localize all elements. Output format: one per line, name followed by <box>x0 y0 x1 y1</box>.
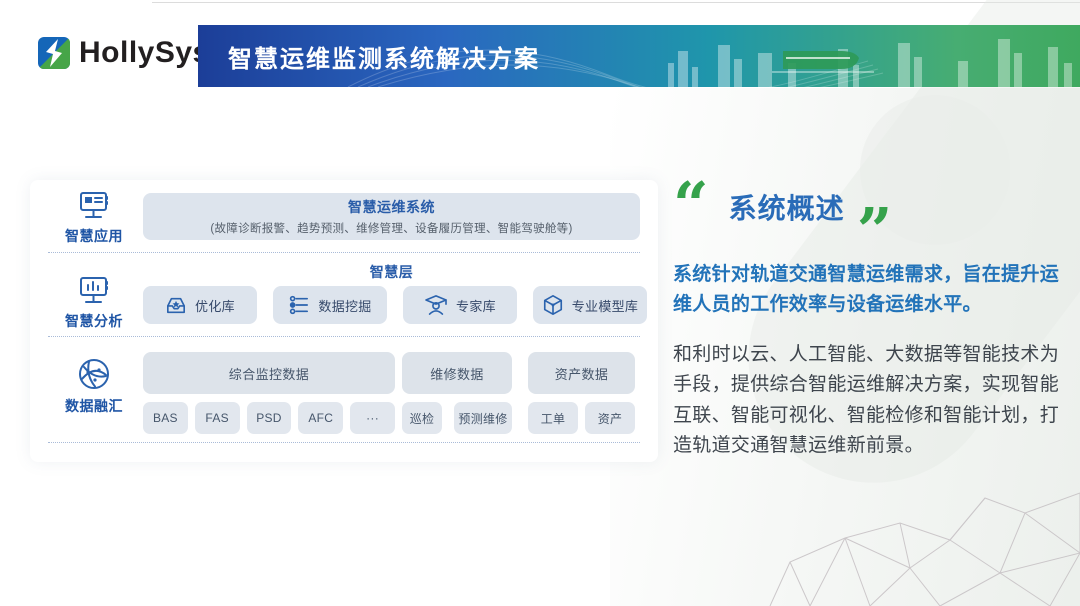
group-title: 资产数据 <box>555 364 609 383</box>
asset-data-box: 资产数据 <box>528 352 635 394</box>
box-title: 智慧运维系统 <box>348 197 435 217</box>
overview-title: 系统概述 <box>729 187 845 227</box>
source-box: 工单 <box>528 402 578 434</box>
box-label: 数据挖掘 <box>318 296 371 315</box>
sliders-icon <box>288 295 310 315</box>
box-label: 专业模型库 <box>572 296 639 315</box>
row-label: 智慧分析 <box>65 311 123 331</box>
cube-icon <box>542 294 564 316</box>
logo-text: HollySys <box>79 36 210 70</box>
slide-canvas: HollySys <box>0 0 1080 606</box>
source-box: BAS <box>143 402 188 434</box>
system-overview-section: “ 系统概述 ” 系统针对轨道交通智慧运维需求，旨在提升运维人员的工作效率与设备… <box>673 178 1065 480</box>
source-box: 预测维修 <box>454 402 512 434</box>
monitoring-data-sources: BAS FAS PSD AFC ··· <box>143 402 395 434</box>
row-label: 智慧应用 <box>65 226 123 246</box>
open-quote-icon: “ <box>673 174 709 236</box>
group-title: 综合监控数据 <box>229 364 309 383</box>
row-data-fusion: 数据融汇 <box>50 356 138 416</box>
overview-paragraph-highlight: 系统针对轨道交通智慧运维需求，旨在提升运维人员的工作效率与设备运维水平。 <box>673 260 1065 321</box>
group-title: 维修数据 <box>430 364 484 383</box>
row-label: 数据融汇 <box>65 396 123 416</box>
architecture-diagram: 智慧应用 智慧运维系统 (故障诊断报警、趋势预测、维修管理、设备履历管理、智能驾… <box>30 180 658 462</box>
maintenance-data-box: 维修数据 <box>402 352 512 394</box>
close-quote-icon: ” <box>857 200 893 262</box>
source-box: FAS <box>195 402 240 434</box>
page-title: 智慧运维监测系统解决方案 <box>228 25 540 87</box>
hollysys-logo: HollySys <box>38 36 210 70</box>
overview-paragraph-body: 和利时以云、人工智能、大数据等智能技术为手段，提供综合智能运维解决方案，实现智能… <box>673 340 1065 462</box>
monitor-dashboard-icon <box>77 190 111 222</box>
source-box: 资产 <box>585 402 635 434</box>
top-divider-line <box>152 2 1080 3</box>
dotted-divider <box>48 252 640 253</box>
analysis-boxes: 优化库 数据挖掘 <box>143 286 647 324</box>
source-box: 巡检 <box>402 402 442 434</box>
layer-title: 智慧层 <box>143 262 640 282</box>
polygon-mesh-decoration <box>750 480 1080 606</box>
box-label: 优化库 <box>195 296 235 315</box>
data-mining-box: 数据挖掘 <box>273 286 387 324</box>
header-title-bar: 智慧运维监测系统解决方案 <box>198 25 1080 87</box>
dotted-divider <box>48 442 640 443</box>
row-smart-analysis: 智慧分析 <box>50 275 138 331</box>
expert-library-box: 专家库 <box>403 286 517 324</box>
globe-network-icon <box>76 356 112 392</box>
source-box: AFC <box>298 402 343 434</box>
hollysys-logo-icon <box>38 37 70 69</box>
maintenance-data-sources: 巡检 预测维修 <box>402 402 512 434</box>
graduate-icon <box>424 295 448 315</box>
source-box: ··· <box>350 402 395 434</box>
source-box: PSD <box>247 402 292 434</box>
optimization-library-box: 优化库 <box>143 286 257 324</box>
row-smart-application: 智慧应用 <box>50 190 138 246</box>
box-note: (故障诊断报警、趋势预测、维修管理、设备履历管理、智能驾驶舱等) <box>210 220 572 236</box>
monitoring-data-box: 综合监控数据 <box>143 352 395 394</box>
tray-star-icon <box>165 295 187 315</box>
monitor-chart-icon <box>77 275 111 307</box>
dotted-divider <box>48 336 640 337</box>
model-library-box: 专业模型库 <box>533 286 647 324</box>
asset-data-sources: 工单 资产 <box>528 402 635 434</box>
overview-heading: “ 系统概述 ” <box>673 178 1065 236</box>
box-label: 专家库 <box>456 296 496 315</box>
smart-om-system-box: 智慧运维系统 (故障诊断报警、趋势预测、维修管理、设备履历管理、智能驾驶舱等) <box>143 193 640 240</box>
